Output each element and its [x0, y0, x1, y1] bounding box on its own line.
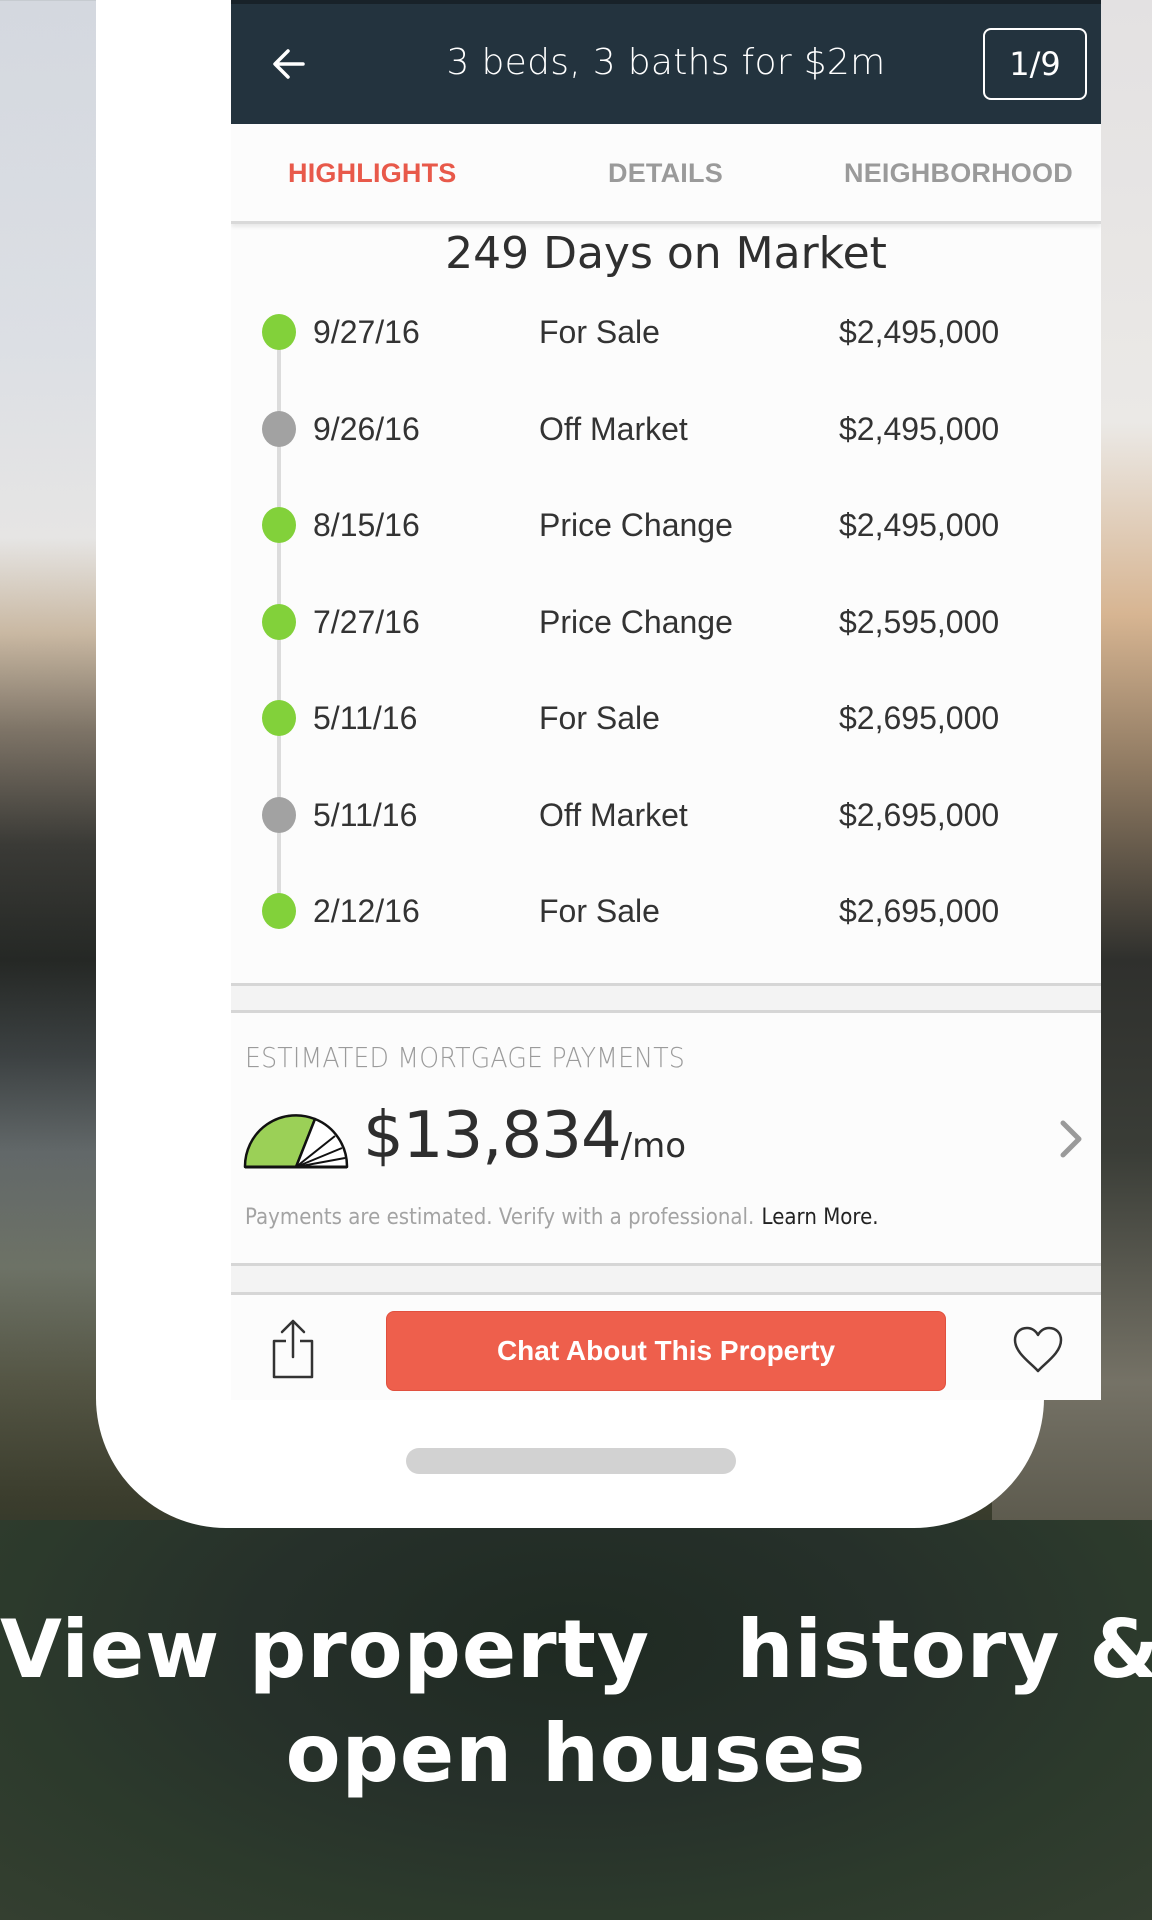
section-divider: [231, 1263, 1101, 1295]
home-indicator[interactable]: [406, 1448, 736, 1474]
history-event: Price Change: [539, 507, 733, 543]
chevron-right-icon[interactable]: [1057, 1117, 1087, 1161]
status-dot-gray: [262, 410, 296, 447]
history-row: 5/11/16 For Sale $2,695,000: [231, 690, 1101, 750]
phone-frame: 3 beds, 3 baths for $2m 1/9 HIGHLIGHTS D…: [96, 0, 1101, 1528]
promo-caption: View property history & open houses: [0, 1598, 1152, 1806]
tab-bar: HIGHLIGHTS DETAILS NEIGHBORHOOD: [231, 124, 1101, 224]
history-row: 5/11/16 Off Market $2,695,000: [231, 787, 1101, 847]
disclaimer-text: Payments are estimated. Verify with a pr…: [245, 1205, 755, 1230]
history-event: For Sale: [539, 893, 660, 929]
payment-gauge-icon: [243, 1114, 349, 1169]
learn-more-link[interactable]: Learn More.: [762, 1205, 879, 1230]
action-bar: Chat About This Property: [231, 1295, 1101, 1400]
history-date: 2/12/16: [313, 893, 420, 929]
mortgage-disclaimer: Payments are estimated. Verify with a pr…: [245, 1205, 879, 1230]
history-price: $2,495,000: [839, 410, 1000, 447]
tab-details[interactable]: DETAILS: [608, 158, 723, 189]
history-row: 2/12/16 For Sale $2,695,000: [231, 883, 1101, 943]
history-row: 9/27/16 For Sale $2,495,000: [231, 304, 1101, 364]
photo-counter[interactable]: 1/9: [983, 28, 1087, 100]
app-screen: 3 beds, 3 baths for $2m 1/9 HIGHLIGHTS D…: [231, 0, 1101, 1400]
mortgage-amount: $13,834/mo: [363, 1099, 686, 1173]
tab-neighborhood[interactable]: NEIGHBORHOOD: [844, 158, 1073, 189]
tab-highlights[interactable]: HIGHLIGHTS: [288, 158, 457, 189]
history-price: $2,695,000: [839, 796, 1000, 833]
heart-icon[interactable]: [1011, 1325, 1065, 1375]
status-dot-gray: [262, 796, 296, 833]
history-event: Off Market: [539, 796, 688, 833]
days-on-market-title: 249 Days on Market: [445, 228, 887, 279]
section-divider: [231, 983, 1101, 1013]
caption-line-1: View property history &: [0, 1603, 1152, 1696]
caption-line-2: open houses: [285, 1707, 867, 1800]
status-dot-green: [262, 314, 296, 350]
history-date: 9/27/16: [313, 314, 420, 350]
chat-about-property-button[interactable]: Chat About This Property: [386, 1311, 946, 1391]
mortgage-section[interactable]: ESTIMATED MORTGAGE PAYMENTS $13,834/mo P…: [231, 1013, 1101, 1263]
top-bar: 3 beds, 3 baths for $2m 1/9: [231, 0, 1101, 124]
history-price: $2,695,000: [839, 700, 1000, 736]
history-event: For Sale: [539, 314, 660, 350]
history-row: 7/27/16 Price Change $2,595,000: [231, 594, 1101, 654]
mortgage-amount-suffix: /mo: [620, 1126, 687, 1166]
history-price: $2,595,000: [839, 603, 1000, 640]
status-dot-green: [262, 700, 296, 736]
history-row: 9/26/16 Off Market $2,495,000: [231, 401, 1101, 461]
mortgage-amount-value: $13,834: [363, 1099, 622, 1173]
status-dot-green: [262, 893, 296, 929]
page-title: 3 beds, 3 baths for $2m: [446, 42, 886, 83]
history-price: $2,495,000: [839, 314, 1000, 350]
history-date: 8/15/16: [313, 507, 420, 543]
history-event: Price Change: [539, 603, 733, 640]
history-event: For Sale: [539, 700, 660, 736]
history-price: $2,695,000: [839, 893, 1000, 929]
share-icon[interactable]: [269, 1317, 317, 1381]
history-date: 5/11/16: [313, 796, 418, 833]
status-dot-green: [262, 603, 296, 640]
history-event: Off Market: [539, 410, 688, 447]
mortgage-heading: ESTIMATED MORTGAGE PAYMENTS: [245, 1041, 685, 1074]
history-date: 7/27/16: [313, 603, 420, 640]
history-price: $2,495,000: [839, 507, 1000, 543]
history-row: 8/15/16 Price Change $2,495,000: [231, 497, 1101, 557]
history-date: 9/26/16: [313, 410, 420, 447]
history-date: 5/11/16: [313, 700, 418, 736]
status-dot-green: [262, 507, 296, 543]
